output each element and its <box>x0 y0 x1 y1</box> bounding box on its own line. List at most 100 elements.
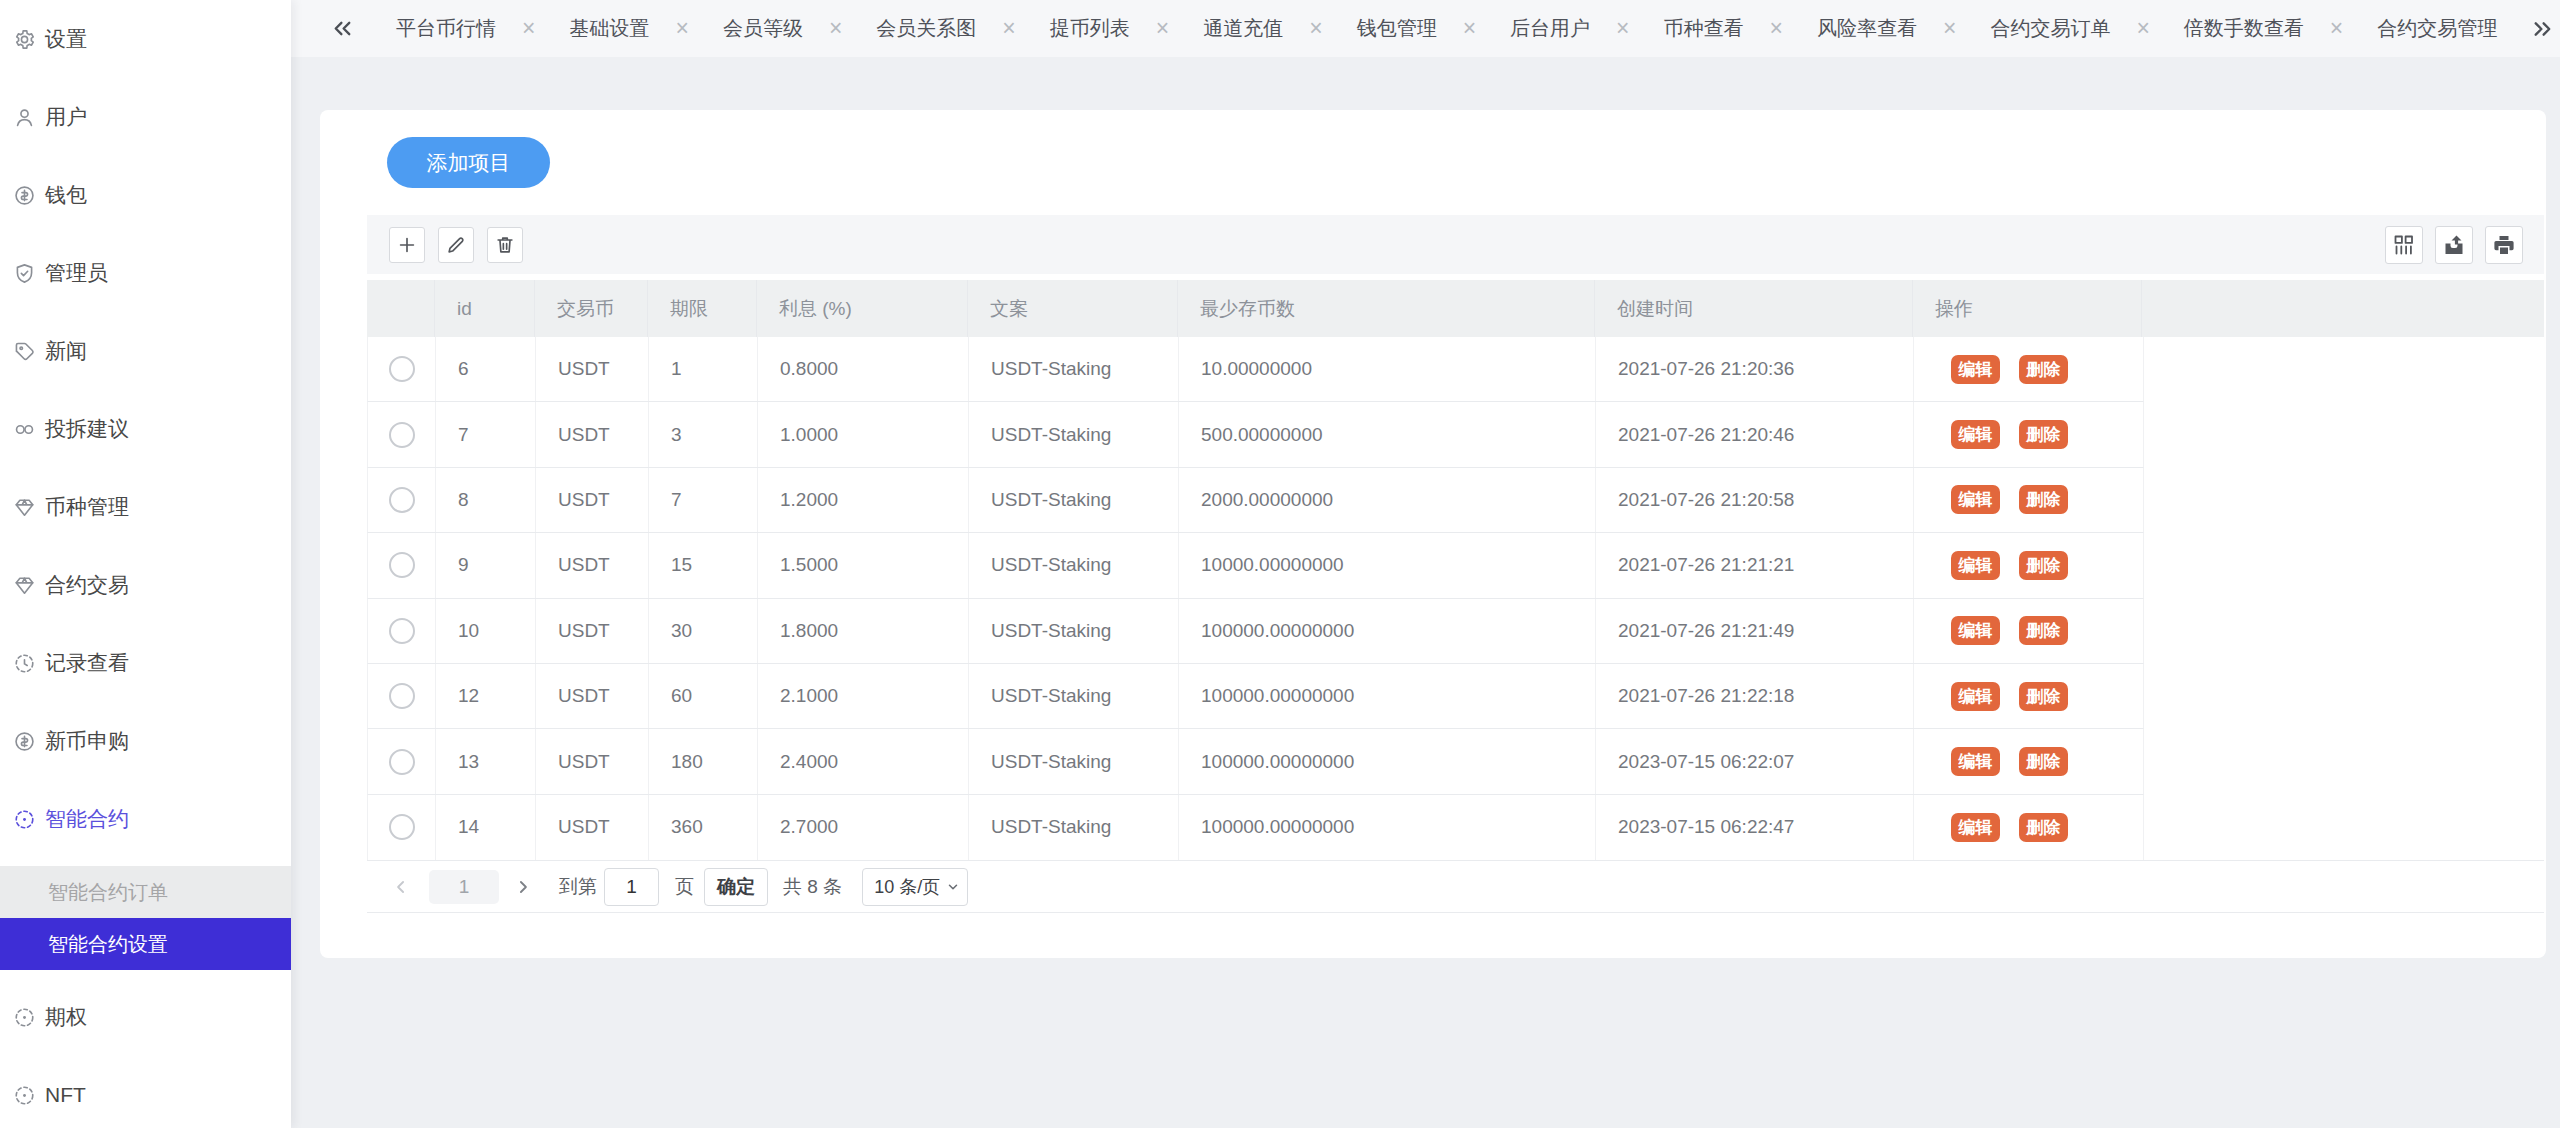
delete-button[interactable]: 删除 <box>2019 551 2068 580</box>
sidebar-item-users[interactable]: 用户 <box>0 78 291 156</box>
sidebar-item-news[interactable]: 新闻 <box>0 312 291 390</box>
delete-button[interactable]: 删除 <box>2019 355 2068 384</box>
plus-button[interactable] <box>389 227 425 263</box>
delete-button[interactable]: 删除 <box>2019 682 2068 711</box>
sidebar-item-options[interactable]: 期权 <box>0 978 291 1056</box>
tab-member-relations[interactable]: 会员关系图 × <box>876 15 1015 42</box>
row-radio[interactable] <box>389 814 415 840</box>
edit-button[interactable]: 编辑 <box>1951 355 2000 384</box>
tab-label[interactable]: 通道充值 <box>1203 15 1283 42</box>
cell-period: 60 <box>649 664 758 728</box>
tab-label[interactable]: 会员等级 <box>723 15 803 42</box>
tab-coin-view[interactable]: 币种查看 × <box>1664 15 1783 42</box>
tab-close-icon[interactable]: × <box>829 17 842 40</box>
sidebar-item-feedback[interactable]: 投拆建议 <box>0 390 291 468</box>
edit-button[interactable]: 编辑 <box>1951 485 2000 514</box>
tab-label[interactable]: 平台币行情 <box>396 15 496 42</box>
row-radio[interactable] <box>389 422 415 448</box>
table-row: 6USDT10.8000USDT-Staking10.000000002021-… <box>367 337 2144 402</box>
tab-contract-orders[interactable]: 合约交易订单 × <box>1990 15 2149 42</box>
expand-tabs-right-icon[interactable] <box>2517 5 2556 52</box>
goto-page-input[interactable] <box>604 868 659 906</box>
tab-label[interactable]: 钱包管理 <box>1357 15 1437 42</box>
tab-label[interactable]: 合约交易订单 <box>1990 15 2110 42</box>
sidebar-item-smart-contract-settings[interactable]: 智能合约设置 <box>0 918 291 970</box>
tab-label[interactable]: 基础设置 <box>569 15 649 42</box>
tab-contract-manage[interactable]: 合约交易管理 <box>2377 15 2497 42</box>
edit-button[interactable]: 编辑 <box>1951 682 2000 711</box>
tab-multiplier-lots-view[interactable]: 倍数手数查看 × <box>2184 15 2343 42</box>
edit-button[interactable]: 编辑 <box>1951 813 2000 842</box>
delete-button[interactable]: 删除 <box>2019 420 2068 449</box>
edit-button[interactable]: 编辑 <box>1951 551 2000 580</box>
sidebar-item-settings[interactable]: 设置 <box>0 0 291 78</box>
edit-button[interactable]: 编辑 <box>1951 616 2000 645</box>
row-radio[interactable] <box>389 552 415 578</box>
sidebar-item-wallet[interactable]: 钱包 <box>0 156 291 234</box>
sidebar-item-label: 钱包 <box>45 181 87 209</box>
tab-channel-recharge[interactable]: 通道充值 × <box>1203 15 1322 42</box>
sidebar-item-records-view[interactable]: 记录查看 <box>0 624 291 702</box>
tab-member-level[interactable]: 会员等级 × <box>723 15 842 42</box>
tab-label[interactable]: 风险率查看 <box>1817 15 1917 42</box>
tab-close-icon[interactable]: × <box>1156 17 1169 40</box>
delete-button[interactable] <box>487 227 523 263</box>
sidebar-item-contract-trade[interactable]: 合约交易 <box>0 546 291 624</box>
row-radio[interactable] <box>389 356 415 382</box>
tab-wallet-manage[interactable]: 钱包管理 × <box>1357 15 1476 42</box>
page-size-select[interactable]: 10 条/页 <box>862 868 968 906</box>
tab-close-icon[interactable]: × <box>1002 17 1015 40</box>
tab-close-icon[interactable]: × <box>522 17 535 40</box>
tab-label[interactable]: 倍数手数查看 <box>2184 15 2304 42</box>
delete-button[interactable]: 删除 <box>2019 485 2068 514</box>
tab-close-icon[interactable]: × <box>1463 17 1476 40</box>
tab-label[interactable]: 提币列表 <box>1050 15 1130 42</box>
confirm-button[interactable]: 确定 <box>704 868 768 906</box>
edit-button[interactable]: 编辑 <box>1951 747 2000 776</box>
tab-label[interactable]: 后台用户 <box>1510 15 1590 42</box>
edit-button[interactable] <box>438 227 474 263</box>
sidebar-item-new-coin-subscribe[interactable]: 新币申购 <box>0 702 291 780</box>
tab-risk-rate-view[interactable]: 风险率查看 × <box>1817 15 1956 42</box>
next-page-icon[interactable] <box>513 877 533 897</box>
add-project-button[interactable]: 添加项目 <box>387 137 550 188</box>
tab-backend-users[interactable]: 后台用户 × <box>1510 15 1629 42</box>
print-button[interactable] <box>2485 226 2523 264</box>
tab-label[interactable]: 币种查看 <box>1664 15 1744 42</box>
tab-close-icon[interactable]: × <box>675 17 688 40</box>
gem-icon <box>13 496 36 519</box>
prev-page-icon[interactable] <box>391 877 411 897</box>
cell-id: 7 <box>436 402 536 466</box>
row-radio[interactable] <box>389 749 415 775</box>
row-radio[interactable] <box>389 618 415 644</box>
tab-close-icon[interactable]: × <box>2330 17 2343 40</box>
edit-button[interactable]: 编辑 <box>1951 420 2000 449</box>
column-header-3: 期限 <box>648 280 757 337</box>
tab-close-icon[interactable]: × <box>1943 17 1956 40</box>
delete-button[interactable]: 删除 <box>2019 616 2068 645</box>
export-button[interactable] <box>2435 226 2473 264</box>
cell-actions: 编辑删除 <box>1914 599 2143 663</box>
tab-close-icon[interactable]: × <box>1616 17 1629 40</box>
tab-label[interactable]: 会员关系图 <box>876 15 976 42</box>
tab-platform-quotes[interactable]: 平台币行情 × <box>396 15 535 42</box>
columns-button[interactable] <box>2385 226 2423 264</box>
history-icon <box>13 652 36 675</box>
sidebar-item-smart-contract-orders[interactable]: 智能合约订单 <box>0 866 291 918</box>
tab-close-icon[interactable]: × <box>1770 17 1783 40</box>
delete-button[interactable]: 删除 <box>2019 747 2068 776</box>
tab-label[interactable]: 合约交易管理 <box>2377 15 2497 42</box>
row-radio[interactable] <box>389 487 415 513</box>
tab-close-icon[interactable]: × <box>1309 17 1322 40</box>
tab-close-icon[interactable]: × <box>2136 17 2149 40</box>
tab-withdraw-list[interactable]: 提币列表 × <box>1050 15 1169 42</box>
collapse-tabs-left-icon[interactable] <box>329 15 356 42</box>
sidebar-item-admin[interactable]: 管理员 <box>0 234 291 312</box>
sidebar-item-coin-manage[interactable]: 币种管理 <box>0 468 291 546</box>
sidebar-item-smart-contract[interactable]: 智能合约 <box>0 780 291 858</box>
delete-button[interactable]: 删除 <box>2019 813 2068 842</box>
sidebar-item-nft[interactable]: NFT <box>0 1056 291 1128</box>
tab-basic-settings[interactable]: 基础设置 × <box>569 15 688 42</box>
current-page[interactable]: 1 <box>429 870 499 904</box>
row-radio[interactable] <box>389 683 415 709</box>
